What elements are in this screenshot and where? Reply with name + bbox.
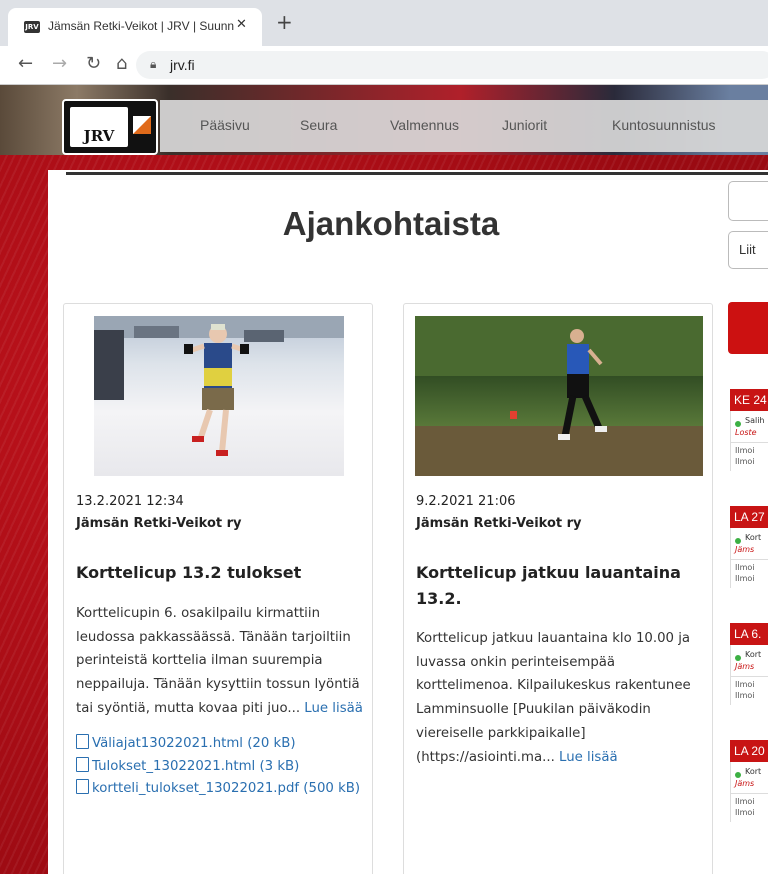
event-registration: Ilmoi xyxy=(735,797,755,806)
divider xyxy=(731,793,768,794)
menu-item-valmennus[interactable]: Valmennus xyxy=(390,117,459,133)
event-location: Loste xyxy=(735,428,757,437)
news-date: 9.2.2021 21:06 xyxy=(416,494,516,509)
event-calendar-item[interactable]: LA 27 Kort Jäms Ilmoi Ilmoi xyxy=(730,506,768,588)
news-title[interactable]: Korttelicup jatkuu lauantaina 13.2. xyxy=(416,560,706,612)
event-name: Kort xyxy=(745,533,762,542)
event-date: LA 20 xyxy=(730,740,768,762)
status-dot-icon xyxy=(735,538,741,544)
event-registration: Ilmoi xyxy=(735,680,755,689)
divider xyxy=(731,559,768,560)
news-excerpt: Korttelicup jatkuu lauantaina klo 10.00 … xyxy=(416,627,708,769)
event-calendar-item[interactable]: KE 24 Salih Loste Ilmoi Ilmoi xyxy=(730,389,768,471)
attachment-link[interactable]: Väliajat13022021.html (20 kB) xyxy=(76,733,368,756)
divider xyxy=(731,442,768,443)
event-registration: Ilmoi xyxy=(735,446,755,455)
news-image[interactable] xyxy=(94,316,344,476)
news-excerpt-text: Korttelicup jatkuu lauantaina klo 10.00 … xyxy=(416,631,691,765)
main-content: Ajankohtaista Liit 13.2.2021 12:34 Jämsä… xyxy=(48,170,768,874)
event-registration: Ilmoi xyxy=(735,563,755,572)
read-more-link[interactable]: Lue lisää xyxy=(304,701,363,716)
runner-image-figure xyxy=(415,316,703,476)
event-details: Kort Jäms Ilmoi Ilmoi xyxy=(730,645,768,705)
lock-icon: 🔒︎ xyxy=(150,57,157,71)
event-calendar-item[interactable]: LA 6. Kort Jäms Ilmoi Ilmoi xyxy=(730,623,768,705)
page-viewport: Pääsivu Seura Valmennus Juniorit Kuntosu… xyxy=(0,85,768,874)
document-icon xyxy=(76,734,89,749)
main-menu: Pääsivu Seura Valmennus Juniorit Kuntosu… xyxy=(160,100,768,152)
menu-item-seura[interactable]: Seura xyxy=(300,117,337,133)
event-registration: Ilmoi xyxy=(735,808,755,817)
event-registration: Ilmoi xyxy=(735,691,755,700)
new-tab-icon[interactable]: + xyxy=(276,12,293,32)
tab-close-icon[interactable]: ✕ xyxy=(236,17,247,32)
news-author: Jämsän Retki-Veikot ry xyxy=(416,516,582,531)
forward-icon[interactable]: → xyxy=(52,53,67,75)
news-excerpt-text: Korttelicupin 6. osakilpailu kirmattiin … xyxy=(76,606,360,716)
search-input[interactable] xyxy=(728,181,768,221)
url-text: jrv.fi xyxy=(170,57,195,73)
home-icon[interactable]: ⌂ xyxy=(116,53,127,75)
red-action-button[interactable] xyxy=(728,302,768,354)
news-card: 9.2.2021 21:06 Jämsän Retki-Veikot ry Ko… xyxy=(403,303,713,874)
site-logo[interactable]: JRV xyxy=(62,99,158,155)
menu-item-paasivu[interactable]: Pääsivu xyxy=(200,117,250,133)
attachment-list: Väliajat13022021.html (20 kB) Tulokset_1… xyxy=(76,733,368,801)
event-location: Jäms xyxy=(735,545,755,554)
attachment-name: kortteli_tulokset_13022021.pdf (500 kB) xyxy=(92,781,361,797)
event-name: Kort xyxy=(745,767,762,776)
tab-title: Jämsän Retki-Veikot | JRV | Suunn xyxy=(48,19,234,33)
back-icon[interactable]: ← xyxy=(18,53,33,75)
reload-icon[interactable]: ↻ xyxy=(86,53,101,75)
browser-tab-strip: JRV Jämsän Retki-Veikot | JRV | Suunn ✕ … xyxy=(0,0,768,46)
join-input[interactable]: Liit xyxy=(728,231,768,269)
status-dot-icon xyxy=(735,772,741,778)
attachment-name: Väliajat13022021.html (20 kB) xyxy=(92,736,296,751)
event-date: LA 27 xyxy=(730,506,768,528)
document-icon xyxy=(76,756,89,772)
event-name: Kort xyxy=(745,650,762,659)
event-registration: Ilmoi xyxy=(735,457,755,466)
menu-item-juniorit[interactable]: Juniorit xyxy=(502,117,547,133)
event-details: Salih Loste Ilmoi Ilmoi xyxy=(730,411,768,471)
orienteering-flag-icon xyxy=(132,115,152,135)
event-location: Jäms xyxy=(735,779,755,788)
news-card: 13.2.2021 12:34 Jämsän Retki-Veikot ry K… xyxy=(63,303,373,874)
news-author: Jämsän Retki-Veikot ry xyxy=(76,516,242,531)
status-dot-icon xyxy=(735,421,741,427)
address-bar[interactable]: 🔒︎ jrv.fi xyxy=(136,51,768,79)
event-location: Jäms xyxy=(735,662,755,671)
page-title: Ajankohtaista xyxy=(282,205,500,242)
status-dot-icon xyxy=(735,655,741,661)
read-more-link[interactable]: Lue lisää xyxy=(559,750,618,765)
event-details: Kort Jäms Ilmoi Ilmoi xyxy=(730,762,768,822)
event-name: Salih xyxy=(745,416,765,425)
event-details: Kort Jäms Ilmoi Ilmoi xyxy=(730,528,768,588)
attachment-link[interactable]: Tulokset_13022021.html (3 kB) xyxy=(76,756,368,779)
browser-toolbar: ← → ↻ ⌂ 🔒︎ jrv.fi xyxy=(0,46,768,85)
event-calendar-item[interactable]: LA 20 Kort Jäms Ilmoi Ilmoi xyxy=(730,740,768,822)
join-input-text: Liit xyxy=(739,242,756,257)
divider xyxy=(66,172,768,175)
pdf-icon xyxy=(76,779,89,795)
divider xyxy=(731,676,768,677)
attachment-link[interactable]: kortteli_tulokset_13022021.pdf (500 kB) xyxy=(76,778,368,801)
news-image[interactable] xyxy=(415,316,703,476)
event-date: KE 24 xyxy=(730,389,768,411)
menu-item-kuntosuunnistus[interactable]: Kuntosuunnistus xyxy=(612,117,716,133)
runner-image-figure xyxy=(94,316,344,456)
site-favicon-icon: JRV xyxy=(24,21,40,33)
news-title[interactable]: Korttelicup 13.2 tulokset xyxy=(76,560,366,586)
event-date: LA 6. xyxy=(730,623,768,645)
logo-text: JRV xyxy=(70,107,128,147)
event-registration: Ilmoi xyxy=(735,574,755,583)
news-excerpt: Korttelicupin 6. osakilpailu kirmattiin … xyxy=(76,602,368,721)
news-date: 13.2.2021 12:34 xyxy=(76,494,184,509)
attachment-name: Tulokset_13022021.html (3 kB) xyxy=(92,758,300,774)
browser-tab[interactable]: JRV Jämsän Retki-Veikot | JRV | Suunn ✕ xyxy=(8,8,262,46)
